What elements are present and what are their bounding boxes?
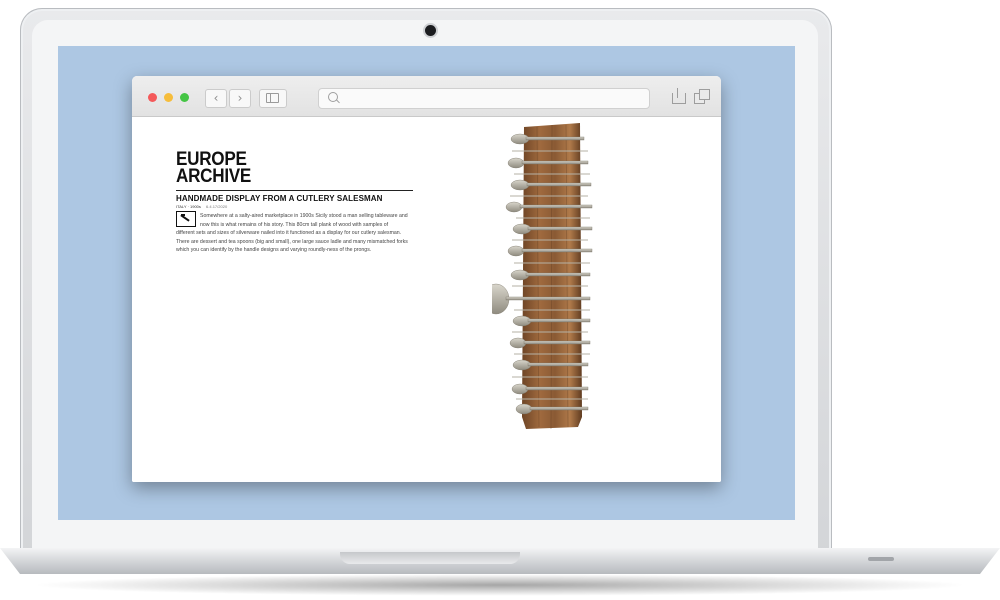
article-origin: ITALY · 1900s — [176, 204, 201, 209]
article-subtitle: HANDMADE DISPLAY FROM A CUTLERY SALESMAN — [176, 194, 383, 203]
share-button[interactable] — [672, 88, 686, 104]
minimize-window-button[interactable] — [164, 93, 173, 102]
forward-button[interactable]: › — [229, 89, 251, 108]
webcam-icon — [425, 25, 436, 36]
web-page: EUROPE ARCHIVE HANDMADE DISPLAY FROM A C… — [132, 117, 721, 482]
address-bar[interactable] — [318, 88, 650, 109]
article-body: Somewhere at a salty-aired marketplace i… — [176, 212, 408, 255]
laptop-port — [868, 557, 894, 561]
title-divider — [176, 190, 413, 191]
share-arrow — [677, 88, 679, 98]
zoom-window-button[interactable] — [180, 93, 189, 102]
back-button[interactable]: ‹ — [205, 89, 227, 108]
search-icon — [328, 92, 338, 102]
sidebar-toggle-button[interactable] — [259, 89, 287, 108]
share-icon — [672, 93, 686, 104]
laptop-lid-notch — [340, 552, 520, 564]
page-title-line-2: ARCHIVE — [176, 166, 252, 187]
cutlery-display-image — [492, 123, 593, 430]
page-title: EUROPE ARCHIVE — [176, 150, 336, 187]
article-date: 6.4.17/2020 — [206, 204, 228, 209]
browser-window: ‹ › EUROPE ARCHIVE HANDMADE DISPLAY FROM… — [132, 76, 721, 482]
article-meta: ITALY · 1900s 6.4.17/2020 — [176, 204, 227, 209]
laptop-shadow — [30, 574, 970, 596]
sidebar-icon — [266, 93, 279, 103]
browser-toolbar: ‹ › — [132, 76, 721, 117]
article-text: Somewhere at a salty-aired marketplace i… — [176, 213, 408, 254]
show-tabs-button[interactable] — [694, 89, 710, 104]
tabs-icon — [699, 89, 710, 100]
close-window-button[interactable] — [148, 93, 157, 102]
